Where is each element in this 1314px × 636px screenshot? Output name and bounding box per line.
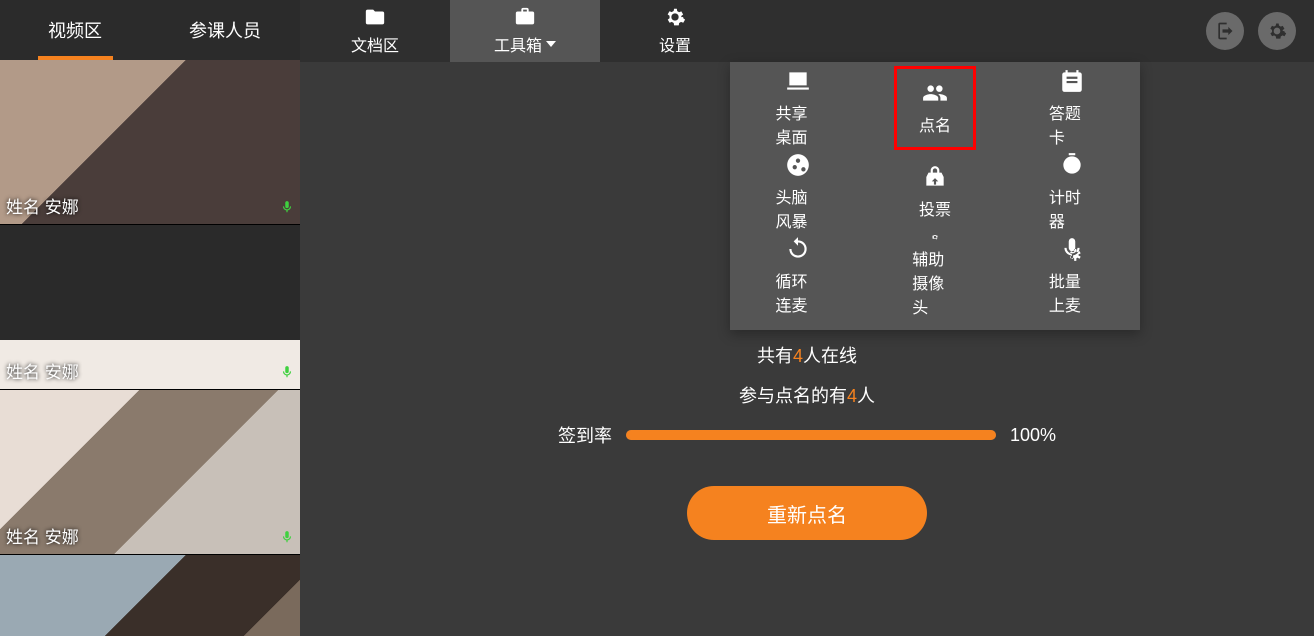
video-list: 姓名 安娜 姓名 安娜 姓名 安娜	[0, 60, 300, 636]
exit-icon	[1215, 21, 1235, 41]
re-rollcall-label: 重新点名	[767, 505, 847, 527]
video-item[interactable]: 姓名 安娜	[0, 225, 300, 390]
tab-video-label: 视频区	[48, 17, 102, 43]
participate-count-line: 参与点名的有4人	[739, 382, 875, 408]
topbar-docs-label: 文档区	[351, 32, 399, 56]
folder-icon	[364, 6, 386, 28]
tool-brainstorm[interactable]: 头脑风暴	[776, 150, 822, 234]
mic-settings-icon	[1059, 236, 1085, 262]
online-count-line: 共有4人在线	[757, 342, 857, 368]
sidebar: 视频区 参课人员 姓名 安娜 姓名 安娜	[0, 0, 300, 636]
tab-participants-label: 参课人员	[189, 17, 261, 43]
briefcase-icon	[514, 6, 536, 28]
video-name-label: 姓名 安娜	[6, 358, 79, 383]
video-thumbnail	[0, 555, 300, 636]
tool-loop-mic[interactable]: 循环连麦	[776, 234, 822, 318]
tool-share-desktop-label: 共享桌面	[776, 100, 822, 148]
attendance-progress-bar	[626, 430, 996, 440]
vote-icon	[922, 164, 948, 190]
tool-aux-camera[interactable]: 辅助摄像头	[912, 234, 958, 318]
topbar-toolbox[interactable]: 工具箱	[450, 0, 600, 62]
tool-loop-mic-label: 循环连麦	[776, 268, 822, 316]
re-rollcall-button[interactable]: 重新点名	[687, 486, 927, 540]
people-icon	[922, 80, 948, 106]
gear-icon	[664, 6, 686, 28]
toolbox-dropdown: 共享桌面 点名 答题卡 头脑风暴	[730, 62, 1140, 330]
tool-answer-card-label: 答题卡	[1049, 100, 1095, 148]
brainstorm-icon	[785, 152, 811, 178]
tab-video-area[interactable]: 视频区	[0, 0, 150, 60]
topbar-settings[interactable]: 设置	[600, 0, 750, 62]
main-area: 文档区 工具箱 设置	[300, 0, 1314, 636]
mic-icon[interactable]	[280, 196, 294, 218]
video-item[interactable]: 姓名 安娜	[0, 555, 300, 636]
attendance-progress-fill	[626, 430, 996, 440]
loop-icon	[785, 236, 811, 262]
topbar: 文档区 工具箱 设置	[300, 0, 1314, 62]
tool-answer-card[interactable]: 答题卡	[1049, 66, 1095, 150]
topbar-settings-label: 设置	[659, 32, 691, 56]
answer-card-icon	[1059, 68, 1085, 94]
chevron-down-icon	[546, 41, 556, 47]
sidebar-tabs: 视频区 参课人员	[0, 0, 300, 60]
topbar-docs[interactable]: 文档区	[300, 0, 450, 62]
rollcall-panel: 共有4人在线 参与点名的有4人 签到率 100% 重新点名	[300, 342, 1314, 540]
mic-icon[interactable]	[280, 526, 294, 548]
settings-button[interactable]	[1258, 12, 1296, 50]
gear-icon	[1267, 21, 1287, 41]
timer-icon	[1059, 152, 1085, 178]
tool-roll-call-label: 点名	[919, 112, 951, 136]
tool-vote[interactable]: 投票	[912, 150, 958, 234]
tool-batch-mic[interactable]: 批量上麦	[1049, 234, 1095, 318]
exit-button[interactable]	[1206, 12, 1244, 50]
tool-vote-label: 投票	[919, 196, 951, 220]
attendance-rate-label: 签到率	[558, 422, 612, 448]
video-name-label: 姓名 安娜	[6, 523, 79, 548]
share-desktop-icon	[785, 68, 811, 94]
tool-share-desktop[interactable]: 共享桌面	[776, 66, 822, 150]
tool-timer[interactable]: 计时器	[1049, 150, 1095, 234]
tool-roll-call[interactable]: 点名	[894, 66, 976, 150]
tool-batch-mic-label: 批量上麦	[1049, 268, 1095, 316]
camera-plus-icon	[922, 234, 948, 240]
topbar-right	[1188, 0, 1314, 62]
tab-participants[interactable]: 参课人员	[150, 0, 300, 60]
tool-aux-camera-label: 辅助摄像头	[912, 246, 958, 318]
mic-icon[interactable]	[280, 361, 294, 383]
topbar-toolbox-label: 工具箱	[494, 32, 556, 56]
tool-brainstorm-label: 头脑风暴	[776, 184, 822, 232]
attendance-rate-value: 100%	[1010, 425, 1056, 446]
tool-timer-label: 计时器	[1049, 184, 1095, 232]
attendance-rate-row: 签到率 100%	[558, 422, 1056, 448]
video-name-label: 姓名 安娜	[6, 193, 79, 218]
video-item[interactable]: 姓名 安娜	[0, 60, 300, 225]
video-item[interactable]: 姓名 安娜	[0, 390, 300, 555]
